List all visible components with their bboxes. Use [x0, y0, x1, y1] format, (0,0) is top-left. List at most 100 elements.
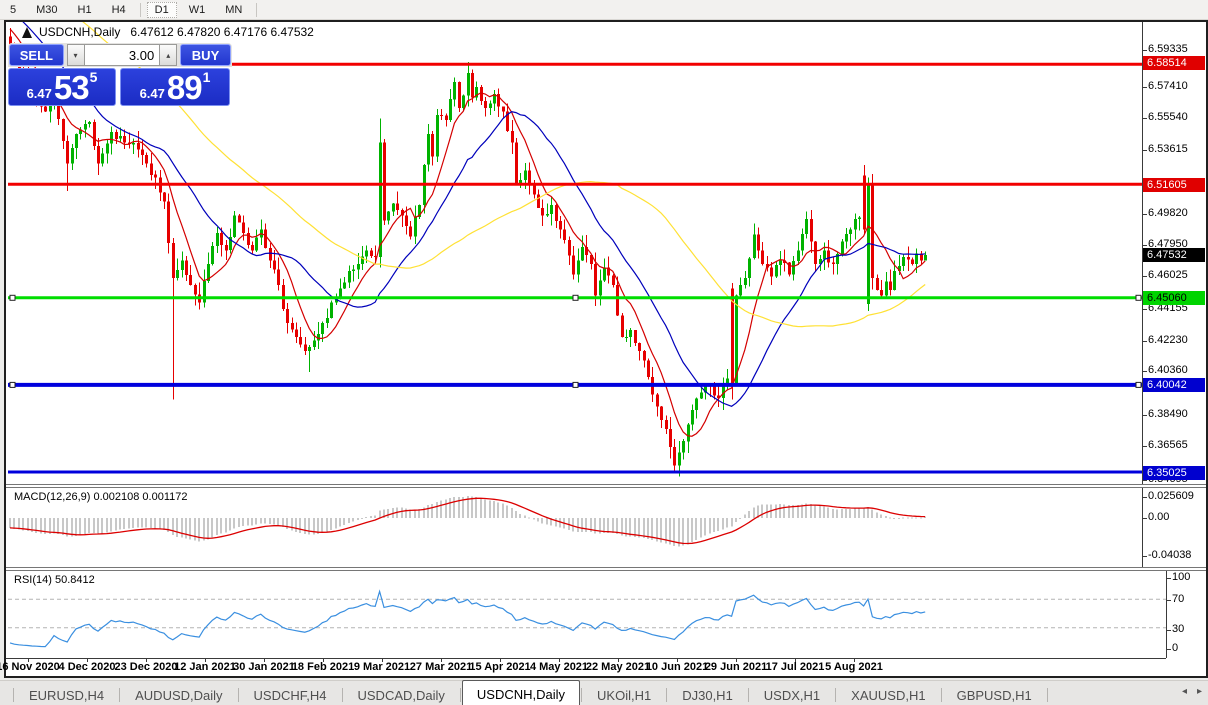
scale-tick [1142, 87, 1147, 88]
scale-tick [1142, 556, 1147, 557]
price-macd-divider[interactable] [6, 484, 1206, 488]
tab-scroll-right-icon[interactable]: ▸ [1197, 686, 1202, 697]
rsi-chart-canvas[interactable] [8, 571, 1166, 658]
tab-separator [941, 688, 942, 702]
macd-rsi-divider[interactable] [6, 567, 1206, 571]
price-badge-green: 6.45060 [1143, 291, 1205, 305]
line-handle[interactable] [1136, 295, 1141, 300]
sell-button[interactable]: SELL [9, 44, 64, 66]
macd-label: MACD(12,26,9) 0.002108 0.001172 [14, 491, 187, 503]
timeframe-h4[interactable]: H4 [104, 2, 134, 18]
chart-symbol: USDCNH,Daily [39, 25, 120, 39]
tab-ukoil-h1[interactable]: UKOil,H1 [583, 683, 665, 705]
buy-price-tile[interactable]: 6.47 89 1 [120, 68, 230, 106]
line-handle[interactable] [10, 382, 15, 387]
scale-label: -0.04038 [1148, 549, 1191, 561]
tab-gbpusd-h1[interactable]: GBPUSD,H1 [943, 683, 1046, 705]
date-label: 22 May 2021 [586, 661, 650, 673]
rsi-bottom-border [6, 658, 1166, 659]
price-badge-black: 6.47532 [1143, 248, 1205, 262]
tab-separator [581, 688, 582, 702]
date-label: 5 Aug 2021 [825, 661, 883, 673]
tab-separator [748, 688, 749, 702]
scale-label: 6.55540 [1148, 111, 1188, 123]
tab-usdcnh-daily[interactable]: USDCNH,Daily [462, 680, 580, 705]
date-label: 15 Apr 2021 [469, 661, 530, 673]
price-badge-blue: 6.40042 [1143, 378, 1205, 392]
date-label: 16 Nov 2020 [0, 661, 60, 673]
trading-terminal: 5M30H1H4D1W1MN USDCNH,Daily 6.47612 6.47… [0, 0, 1208, 704]
volume-increase-button[interactable]: ▴ [159, 44, 177, 66]
scale-tick [1142, 480, 1147, 481]
tab-usdchf-h4[interactable]: USDCHF,H4 [240, 683, 341, 705]
scale-label: 30 [1172, 623, 1184, 635]
tab-separator [666, 688, 667, 702]
date-label: 9 Mar 2021 [354, 661, 410, 673]
timeframe-h1[interactable]: H1 [70, 2, 100, 18]
timeframe-w1[interactable]: W1 [181, 2, 214, 18]
tab-separator [342, 688, 343, 702]
tab-xauusd-h1[interactable]: XAUUSD,H1 [837, 683, 939, 705]
scale-tick [1142, 446, 1147, 447]
scale-tick [1142, 371, 1147, 372]
timeframe-5[interactable]: 5 [2, 2, 24, 18]
date-label: 30 Jan 2021 [233, 661, 295, 673]
scale-label: 0.00 [1148, 511, 1169, 523]
scale-label: 6.49820 [1148, 207, 1188, 219]
date-label: 4 Dec 2020 [59, 661, 116, 673]
tab-separator [835, 688, 836, 702]
scale-label: 6.42230 [1148, 334, 1188, 346]
scale-tick [1142, 214, 1147, 215]
tab-eurusd-h4[interactable]: EURUSD,H4 [15, 683, 118, 705]
line-handle[interactable] [1136, 382, 1141, 387]
volume-decrease-button[interactable]: ▾ [67, 44, 85, 66]
rsi-label: RSI(14) 50.8412 [14, 574, 95, 586]
timeframe-m30[interactable]: M30 [28, 2, 65, 18]
timeframe-mn[interactable]: MN [217, 2, 250, 18]
price-badge-red: 6.58514 [1143, 56, 1205, 70]
chart-ohlc: 6.47612 6.47820 6.47176 6.47532 [130, 25, 314, 39]
chart-icon [22, 27, 32, 38]
chart-title: USDCNH,Daily 6.47612 6.47820 6.47176 6.4… [22, 25, 314, 39]
tab-usdcad-daily[interactable]: USDCAD,Daily [344, 683, 459, 705]
tab-usdx-h1[interactable]: USDX,H1 [750, 683, 834, 705]
buy-button[interactable]: BUY [180, 44, 231, 66]
sell-price-tile[interactable]: 6.47 53 5 [8, 68, 116, 106]
scale-label: 6.46025 [1148, 269, 1188, 281]
scale-label: 6.38490 [1148, 408, 1188, 420]
line-handle[interactable] [573, 295, 578, 300]
scale-tick [1166, 578, 1171, 579]
line-handle[interactable] [573, 382, 578, 387]
scale-tick [1142, 518, 1147, 519]
date-label: 10 Jun 2021 [646, 661, 708, 673]
scale-tick [1142, 118, 1147, 119]
scale-tick [1142, 276, 1147, 277]
scale-tick [1166, 600, 1171, 601]
timeframe-d1[interactable]: D1 [147, 2, 177, 18]
tab-separator [119, 688, 120, 702]
tab-scroll-left-icon[interactable]: ◂ [1182, 686, 1187, 697]
tab-dj30-h1[interactable]: DJ30,H1 [668, 683, 747, 705]
tab-stub [0, 685, 12, 705]
price-badge-blue: 6.35025 [1143, 466, 1205, 480]
volume-input[interactable]: 3.00 [85, 44, 160, 66]
scale-tick [1142, 245, 1147, 246]
macd-histogram [9, 496, 926, 546]
scale-label: 0 [1172, 642, 1178, 654]
tab-audusd-daily[interactable]: AUDUSD,Daily [121, 683, 236, 705]
date-label: 29 Jun 2021 [705, 661, 767, 673]
sell-price-pip: 5 [90, 71, 98, 83]
tab-separator [238, 688, 239, 702]
date-label: 27 Mar 2021 [410, 661, 472, 673]
sell-price-main: 53 [54, 73, 89, 103]
scale-label: 6.57410 [1148, 80, 1188, 92]
buy-price-pip: 1 [203, 71, 211, 83]
date-label: 18 Feb 2021 [292, 661, 354, 673]
line-handle[interactable] [10, 295, 15, 300]
one-click-trading-panel: SELL ▾ 3.00 ▴ BUY 6.47 53 5 6.47 89 1 [8, 43, 232, 106]
scale-tick [1142, 341, 1147, 342]
price-badge-red: 6.51605 [1143, 178, 1205, 192]
scale-tick [1142, 309, 1147, 310]
sell-price-prefix: 6.47 [27, 84, 52, 103]
scale-tick [1142, 50, 1147, 51]
